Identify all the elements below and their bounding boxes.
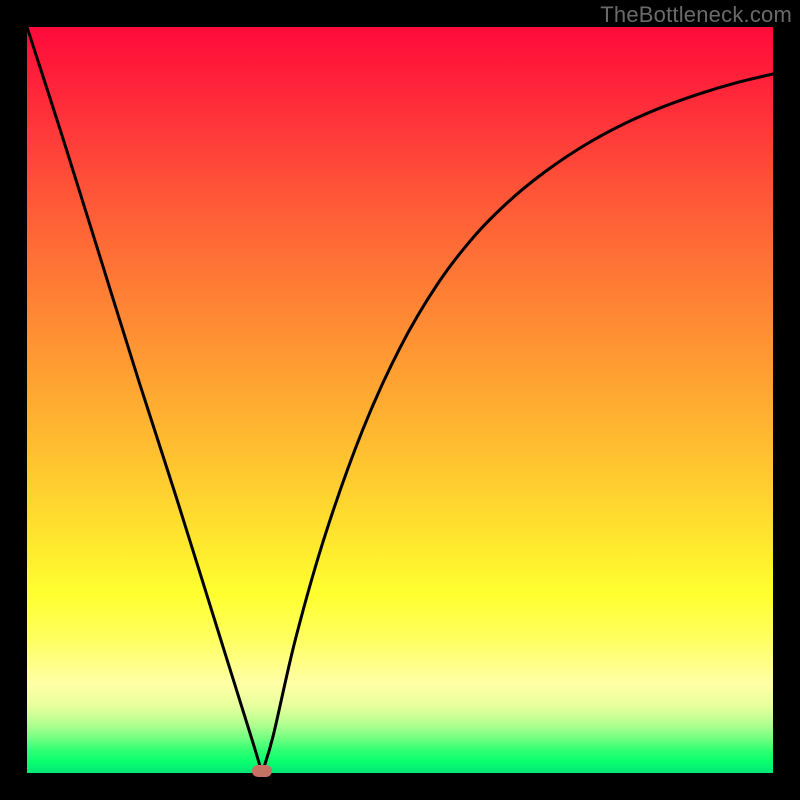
watermark-text: TheBottleneck.com [600, 2, 792, 28]
vertex-marker [252, 765, 272, 777]
curve-layer [27, 27, 773, 773]
bottleneck-curve [27, 27, 773, 773]
plot-area [27, 27, 773, 773]
chart-frame: TheBottleneck.com [0, 0, 800, 800]
